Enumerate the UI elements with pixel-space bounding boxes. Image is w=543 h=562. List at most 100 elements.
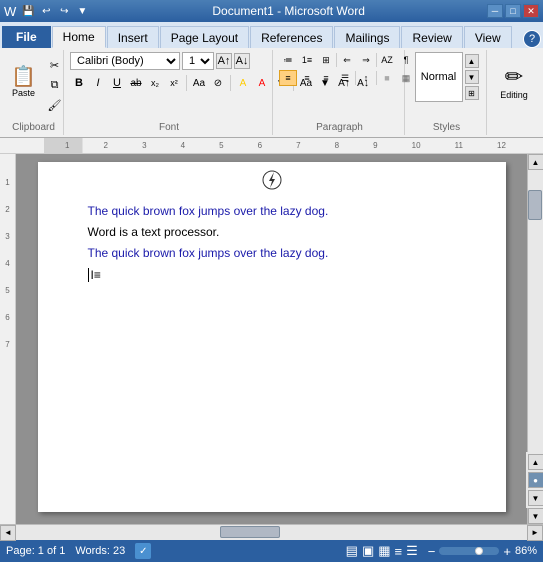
zoom-percent[interactable]: 86% <box>515 545 537 557</box>
save-icon[interactable]: 💾 <box>20 4 36 18</box>
styles-inner: Normal ▲ ▼ ⊞ <box>415 52 479 102</box>
highlight-button[interactable]: A <box>234 74 252 92</box>
h-scroll-track[interactable] <box>16 525 527 540</box>
document-logo <box>262 170 282 190</box>
scroll-select-button[interactable]: ● <box>528 472 543 488</box>
language-check-icon[interactable]: ✓ <box>135 543 151 559</box>
clear-format-button[interactable]: ⊘ <box>209 74 227 92</box>
line-spacing-button[interactable]: ↕ <box>357 70 375 86</box>
strikethrough-button[interactable]: ab <box>127 74 145 92</box>
text-color-button[interactable]: A <box>253 74 271 92</box>
view-draft-icon[interactable]: ☰ <box>406 543 418 559</box>
multilevel-button[interactable]: ⊞ <box>317 52 335 68</box>
editing-button[interactable]: ✏ Editing <box>489 52 539 112</box>
numbering-button[interactable]: 1≡ <box>298 52 316 68</box>
qa-dropdown-icon[interactable]: ▼ <box>74 4 90 18</box>
file-tab[interactable]: File <box>2 26 51 48</box>
view-web-icon[interactable]: ▣ <box>362 543 374 559</box>
editing-label: Editing <box>500 90 528 100</box>
font-group-label: Font <box>70 120 268 133</box>
format-painter-button[interactable]: 🖌 <box>46 96 64 114</box>
tab-home[interactable]: Home <box>52 26 106 48</box>
font-size-select[interactable]: 11 <box>182 52 214 70</box>
bullets-button[interactable]: ≔ <box>279 52 297 68</box>
styles-up-button[interactable]: ▲ <box>465 54 479 68</box>
clipboard-group: 📋 Paste ✂ ⧉ 🖌 Clipboard <box>4 50 64 135</box>
align-left-button[interactable]: ≡ <box>279 70 297 86</box>
grow-font-button[interactable]: A↑ <box>216 53 232 69</box>
editing-group: ✏ Editing _ <box>489 50 539 135</box>
styles-down-button[interactable]: ▼ <box>465 70 479 84</box>
redo-icon[interactable]: ↪ <box>56 4 72 18</box>
minimize-button[interactable]: ─ <box>487 4 503 18</box>
ruler-track: 123456789101112 <box>44 138 527 153</box>
maximize-button[interactable]: □ <box>505 4 521 18</box>
normal-style-box[interactable]: Normal <box>415 52 463 102</box>
scroll-down-button[interactable]: ▼ <box>528 508 543 524</box>
increase-indent-button[interactable]: ⇒ <box>357 52 375 68</box>
cut-button[interactable]: ✂ <box>46 56 64 74</box>
tab-insert[interactable]: Insert <box>107 26 159 48</box>
h-scroll-thumb[interactable] <box>220 526 280 538</box>
styles-more-button[interactable]: ⊞ <box>465 86 479 100</box>
word-count: Words: 23 <box>75 545 125 557</box>
help-icon[interactable]: ? <box>523 30 541 48</box>
shading-button[interactable]: ■ <box>378 70 396 86</box>
view-print-icon[interactable]: ▦ <box>378 543 390 559</box>
subscript-button[interactable]: x₂ <box>146 74 164 92</box>
left-ruler: 1234567 <box>0 154 16 524</box>
font-name-select[interactable]: Calibri (Body) <box>70 52 180 70</box>
document-scroll[interactable]: The quick brown fox jumps over the lazy … <box>16 154 527 524</box>
tab-mailings[interactable]: Mailings <box>334 26 400 48</box>
scroll-select-up-button[interactable]: ▲ <box>528 454 543 470</box>
word-logo-icon: W <box>4 4 16 19</box>
undo-icon[interactable]: ↩ <box>38 4 54 18</box>
vertical-scrollbar: ▲ ▲ ● ▼ ▼ <box>527 154 543 524</box>
zoom-in-button[interactable]: + <box>503 544 511 559</box>
tab-page-layout[interactable]: Page Layout <box>160 26 249 48</box>
justify-button[interactable]: ☰ <box>336 70 354 86</box>
scroll-left-button[interactable]: ◄ <box>0 525 16 541</box>
para-div1 <box>336 53 337 67</box>
paste-label: Paste <box>12 88 35 98</box>
italic-button[interactable]: I <box>89 74 107 92</box>
paragraph-group: ≔ 1≡ ⊞ ⇐ ⇒ AZ ¶ ≡ ≡ ≡ ☰ ↕ ■ ▦ ▼ <box>275 50 405 135</box>
paste-button[interactable]: 📋 Paste <box>4 52 44 112</box>
zoom-slider[interactable] <box>439 547 499 555</box>
tab-references[interactable]: References <box>250 26 333 48</box>
zoom-out-button[interactable]: − <box>428 544 436 559</box>
font-group: Calibri (Body) 11 A↑ A↓ B I U ab x₂ x² A… <box>66 50 273 135</box>
status-right: ▤ ▣ ▦ ≡ ☰ − + 86% <box>346 543 537 559</box>
tab-view[interactable]: View <box>464 26 512 48</box>
change-case-button[interactable]: Aa <box>190 74 208 92</box>
para-div3 <box>355 71 356 85</box>
para-div4 <box>376 71 377 85</box>
page-content[interactable]: The quick brown fox jumps over the lazy … <box>88 202 456 285</box>
scroll-up-button[interactable]: ▲ <box>528 154 543 170</box>
para-div2 <box>376 53 377 67</box>
scroll-track[interactable] <box>528 170 543 452</box>
bold-button[interactable]: B <box>70 74 88 92</box>
decrease-indent-button[interactable]: ⇐ <box>338 52 356 68</box>
align-center-button[interactable]: ≡ <box>298 70 316 86</box>
view-normal-icon[interactable]: ▤ <box>346 543 358 559</box>
scroll-thumb[interactable] <box>528 190 542 220</box>
copy-button[interactable]: ⧉ <box>46 76 64 94</box>
font-group-content: Calibri (Body) 11 A↑ A↓ B I U ab x₂ x² A… <box>70 52 268 120</box>
superscript-button[interactable]: x² <box>165 74 183 92</box>
doc-line-3: The quick brown fox jumps over the lazy … <box>88 244 456 263</box>
align-right-button[interactable]: ≡ <box>317 70 335 86</box>
scroll-right-button[interactable]: ► <box>527 525 543 541</box>
document-page: The quick brown fox jumps over the lazy … <box>38 162 506 512</box>
close-button[interactable]: ✕ <box>523 4 539 18</box>
sort-button[interactable]: AZ <box>378 52 396 68</box>
tab-review[interactable]: Review <box>401 26 462 48</box>
editing-content: ✏ Editing <box>489 52 539 120</box>
paste-icon: 📋 <box>11 67 36 87</box>
view-outline-icon[interactable]: ≡ <box>395 544 403 559</box>
shrink-font-button[interactable]: A↓ <box>234 53 250 69</box>
scroll-select-down-button[interactable]: ▼ <box>528 490 543 506</box>
underline-button[interactable]: U <box>108 74 126 92</box>
styles-group: Normal ▲ ▼ ⊞ Styles <box>407 50 487 135</box>
styles-group-label: Styles <box>411 120 482 133</box>
